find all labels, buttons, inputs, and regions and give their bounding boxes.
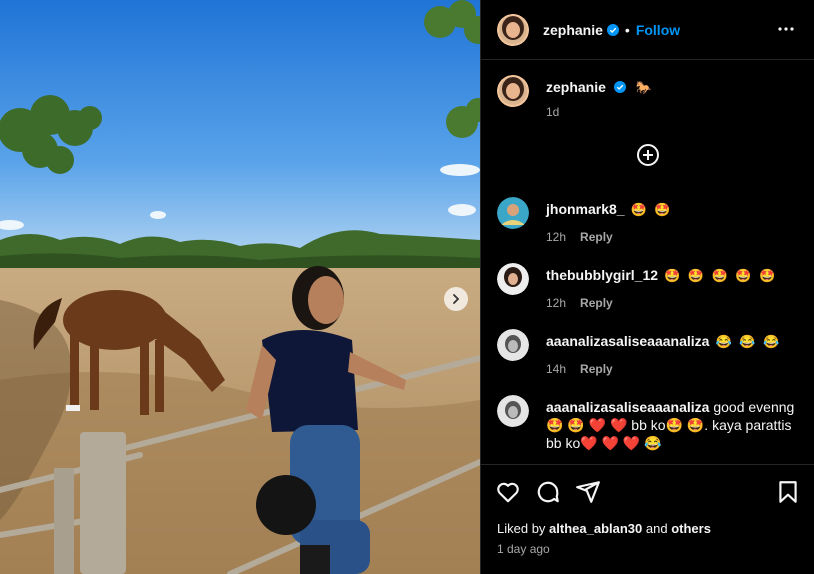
more-icon[interactable]	[778, 21, 794, 37]
plus-circle-icon[interactable]	[636, 143, 660, 167]
comment-time: 12h	[546, 230, 567, 244]
post-photo[interactable]	[0, 0, 480, 574]
author-avatar[interactable]	[497, 75, 529, 107]
comment-text: 🤩 🤩 🤩 🤩 🤩	[664, 268, 778, 283]
likes-and: and	[645, 521, 668, 536]
reply-button[interactable]: Reply	[580, 362, 613, 376]
likes-prefix: Liked by	[497, 521, 546, 536]
comment-time: 12h	[546, 296, 567, 310]
comment-item: thebubblygirl_12 🤩 🤩 🤩 🤩 🤩 12h Reply	[497, 263, 807, 312]
reply-button[interactable]: Reply	[580, 230, 613, 244]
bookmark-icon[interactable]	[775, 479, 801, 505]
likes-others[interactable]: others	[671, 521, 711, 536]
verified-icon	[613, 81, 626, 93]
likes-user[interactable]: althea_ablan30	[549, 521, 642, 536]
post-sidebar: zephanie • Follow zephanie 🐎 1d jhonmark…	[480, 0, 814, 574]
comment-item: aaanalizasaliseaaanaliza 😂 😂 😂 14h Reply	[497, 329, 807, 378]
next-photo-button[interactable]	[444, 287, 468, 311]
post-caption: zephanie 🐎 1d	[497, 75, 652, 119]
heart-icon[interactable]	[495, 479, 521, 505]
chevron-right-icon	[453, 294, 460, 304]
commenter-avatar[interactable]	[497, 197, 529, 229]
comment-username[interactable]: jhonmark8_	[546, 201, 625, 217]
comment-username[interactable]: thebubblygirl_12	[546, 267, 658, 283]
post-actions: Liked by althea_ablan30 and others 1 day…	[481, 464, 814, 574]
author-username[interactable]: zephanie	[543, 22, 603, 38]
commenter-avatar[interactable]	[497, 329, 529, 361]
comment-item: aaanalizasaliseaaanaliza good evenng 🤩 🤩…	[497, 395, 807, 464]
comments-list[interactable]: zephanie 🐎 1d jhonmark8_ 🤩 🤩 12h Reply t…	[481, 61, 814, 464]
comment-text: 🤩 🤩	[630, 202, 673, 217]
comment-username[interactable]: aaanalizasaliseaaanaliza	[546, 399, 709, 415]
comment-username[interactable]: aaanalizasaliseaaanaliza	[546, 333, 709, 349]
likes-summary: Liked by althea_ablan30 and others	[497, 521, 711, 536]
comment-text: 😂 😂 😂	[715, 334, 782, 349]
reply-button[interactable]: Reply	[580, 296, 613, 310]
photo-scene	[0, 0, 480, 574]
follow-button[interactable]: Follow	[636, 22, 680, 38]
commenter-avatar[interactable]	[497, 395, 529, 427]
comment-icon[interactable]	[535, 479, 561, 505]
post-date: 1 day ago	[497, 542, 550, 556]
author-avatar[interactable]	[497, 13, 529, 46]
caption-text: 🐎	[635, 80, 652, 95]
caption-time: 1d	[546, 105, 560, 119]
share-icon[interactable]	[575, 479, 601, 505]
header-separator: •	[624, 21, 630, 38]
comment-time: 14h	[546, 362, 567, 376]
post-header: zephanie • Follow	[481, 0, 814, 60]
verified-icon	[606, 23, 619, 36]
comment-item: jhonmark8_ 🤩 🤩 12h Reply	[497, 197, 807, 246]
caption-username[interactable]: zephanie	[546, 79, 606, 95]
commenter-avatar[interactable]	[497, 263, 529, 295]
